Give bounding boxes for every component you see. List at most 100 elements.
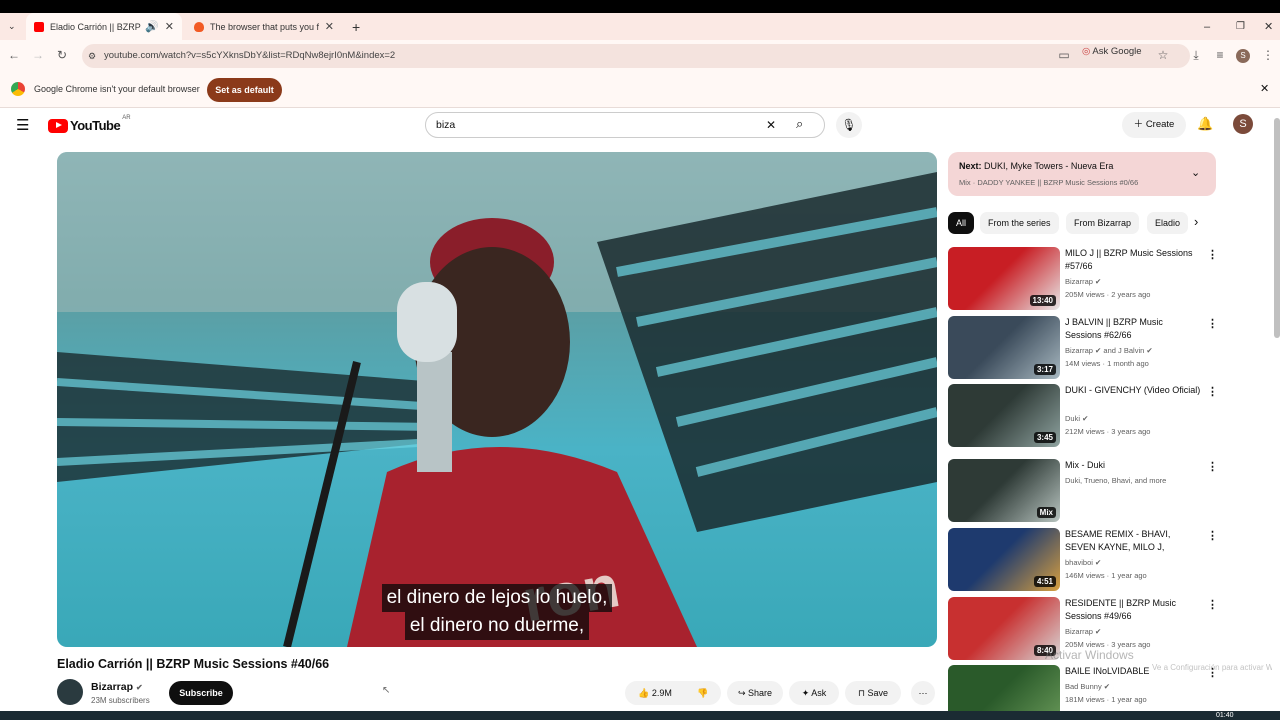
close-infobar-icon[interactable]: ✕ (1260, 82, 1269, 95)
default-browser-infobar: Google Chrome isn't your default browser… (0, 72, 1280, 108)
channel-text: bhaviboi (1065, 558, 1093, 567)
more-vertical-icon[interactable]: ⋮ (1207, 598, 1218, 611)
tab-brave[interactable]: The browser that puts you first ✕ (186, 13, 342, 40)
bell-icon[interactable]: 🔔 (1197, 116, 1213, 132)
rec-channel[interactable]: Duki ✔ (1065, 412, 1088, 425)
site-info-icon[interactable]: ⚙ (88, 44, 96, 68)
set-default-button[interactable]: Set as default (207, 78, 282, 102)
rec-title[interactable]: J BALVIN || BZRP Music Sessions #62/66 (1065, 316, 1201, 342)
rec-title[interactable]: Mix - Duki (1065, 459, 1201, 472)
caption-line: el dinero no duerme, (404, 612, 590, 640)
chip-eladio[interactable]: Eladio (1147, 212, 1189, 234)
rec-channel[interactable]: Bizarrap ✔ (1065, 625, 1101, 638)
list-item[interactable]: 4:51 BESAME REMIX - BHAVI, SEVEN KAYNE, … (948, 528, 1218, 592)
video-thumbnail[interactable]: Mix (948, 459, 1060, 522)
ask-google-button[interactable]: ◎ Ask Google (1082, 46, 1142, 57)
rec-title[interactable]: BESAME REMIX - BHAVI, SEVEN KAYNE, MILO … (1065, 528, 1201, 554)
more-vertical-icon[interactable]: ⋮ (1207, 385, 1218, 398)
page-scrollbar[interactable] (1274, 118, 1280, 338)
subscriber-count: 23M subscribers (91, 696, 150, 705)
video-thumbnail[interactable]: 13:40 (948, 247, 1060, 310)
channel-name[interactable]: Bizarrap ✔ (91, 681, 143, 693)
forward-icon[interactable]: → (30, 48, 46, 62)
country-code: AR (122, 114, 131, 121)
channel-avatar[interactable] (57, 679, 83, 705)
chevron-down-icon[interactable]: ⌄ (1191, 166, 1200, 179)
video-thumbnail[interactable] (948, 665, 1060, 711)
list-item[interactable]: 3:17 J BALVIN || BZRP Music Sessions #62… (948, 316, 1218, 380)
rec-channel[interactable]: Duki, Trueno, Bhavi, and more (1065, 474, 1166, 487)
video-player[interactable]: ron el dinero de lejos lo huelo, el dine… (57, 152, 937, 647)
extensions-icon[interactable]: ≡ (1212, 48, 1228, 62)
subscribe-button[interactable]: Subscribe (169, 681, 233, 705)
chip-all[interactable]: All (948, 212, 975, 234)
save-button[interactable]: ⊓ Save (845, 681, 901, 705)
brave-favicon-icon (194, 21, 204, 32)
microphone-icon[interactable]: 🎙 (836, 112, 862, 138)
profile-icon[interactable]: S (1236, 49, 1250, 63)
speaker-icon[interactable]: 🔊 (145, 20, 159, 33)
bookmark-star-icon[interactable]: ☆ (1155, 48, 1171, 62)
kebab-menu-icon[interactable]: ⋮ (1260, 48, 1276, 62)
rec-title[interactable]: DUKI - GIVENCHY (Video Oficial) (1065, 384, 1201, 397)
video-thumbnail[interactable]: 3:45 (948, 384, 1060, 447)
video-thumbnail[interactable]: 3:17 (948, 316, 1060, 379)
ask-label: Ask (811, 688, 827, 698)
chevron-right-icon[interactable]: › (1194, 214, 1198, 229)
omnibox[interactable]: ⚙ youtube.com/watch?v=s5cYXknsDbY&list=R… (82, 44, 1190, 68)
create-button[interactable]: ＋ Create (1122, 112, 1186, 138)
search-input[interactable]: biza (436, 119, 455, 131)
video-thumbnail[interactable]: 8:40 (948, 597, 1060, 660)
more-vertical-icon[interactable]: ⋮ (1207, 460, 1218, 473)
tab-search-button[interactable]: ⌄ (0, 13, 24, 40)
video-thumbnail[interactable]: 4:51 (948, 528, 1060, 591)
share-label: Share (748, 688, 773, 698)
dislike-button[interactable]: 👎 (689, 681, 717, 705)
chip-from-bizarrap[interactable]: From Bizarrap (1066, 212, 1140, 234)
share-button[interactable]: ↪ Share (727, 681, 783, 705)
more-vertical-icon[interactable]: ⋮ (1207, 248, 1218, 261)
thumbs-down-icon: 👎 (697, 688, 709, 698)
duration-badge: Mix (1036, 507, 1056, 518)
rec-channel[interactable]: Bizarrap ✔ and J Balvin ✔ (1065, 344, 1153, 357)
mouse-cursor-icon: ↖ (382, 685, 391, 696)
rec-title[interactable]: MILO J || BZRP Music Sessions #57/66 (1065, 247, 1201, 273)
list-item[interactable]: 13:40 MILO J || BZRP Music Sessions #57/… (948, 247, 1218, 311)
more-vertical-icon[interactable]: ⋮ (1207, 529, 1218, 542)
playlist-next-panel[interactable]: Next: DUKI, Myke Towers - Nueva Era Mix … (948, 152, 1216, 196)
close-tab-icon[interactable]: ✕ (165, 20, 174, 33)
reload-icon[interactable]: ↻ (54, 48, 70, 62)
like-button[interactable]: 👍 2.9M (625, 681, 685, 705)
close-tab-icon[interactable]: ✕ (325, 20, 334, 33)
verified-icon: ✔ (1146, 346, 1153, 355)
more-actions-button[interactable]: ⋯ (911, 681, 935, 705)
chip-from-series[interactable]: From the series (980, 212, 1059, 234)
list-item[interactable]: Mix Mix - Duki Duki, Trueno, Bhavi, and … (948, 459, 1218, 523)
hamburger-menu-icon[interactable]: ☰ (16, 116, 29, 134)
search-box[interactable]: biza ✕ ⌕ (425, 112, 825, 138)
list-item[interactable]: 3:45 DUKI - GIVENCHY (Video Oficial) Duk… (948, 384, 1218, 448)
download-icon[interactable]: ⤓ (1188, 48, 1204, 63)
more-vertical-icon[interactable]: ⋮ (1207, 317, 1218, 330)
duration-badge: 13:40 (1029, 295, 1056, 306)
account-avatar[interactable]: S (1233, 114, 1253, 134)
search-icon[interactable]: ⌕ (796, 116, 803, 132)
restore-button[interactable]: ❐ (1228, 13, 1253, 40)
verified-icon: ✔ (1095, 277, 1102, 286)
clear-search-icon[interactable]: ✕ (766, 118, 776, 132)
rec-channel[interactable]: Bad Bunny ✔ (1065, 680, 1110, 693)
tab-video[interactable]: Eladio Carrión || BZRP Music Sessions #4… (26, 13, 182, 40)
minimize-button[interactable]: – (1196, 13, 1218, 40)
cast-icon[interactable]: ▭ (1056, 48, 1072, 62)
ask-google-label: Ask Google (1092, 46, 1142, 57)
back-icon[interactable]: ← (6, 48, 22, 62)
new-tab-button[interactable]: + (344, 13, 364, 40)
rec-channel[interactable]: bhaviboi ✔ (1065, 556, 1101, 569)
rec-title[interactable]: RESIDENTE || BZRP Music Sessions #49/66 (1065, 597, 1201, 623)
youtube-play-icon (48, 118, 68, 133)
ask-button[interactable]: ✦ Ask (789, 681, 839, 705)
rec-channel[interactable]: Bizarrap ✔ (1065, 275, 1101, 288)
url-text[interactable]: youtube.com/watch?v=s5cYXknsDbY&list=RDq… (104, 50, 395, 61)
youtube-logo[interactable]: YouTube AR (48, 114, 131, 133)
close-window-button[interactable]: ✕ (1256, 13, 1280, 40)
